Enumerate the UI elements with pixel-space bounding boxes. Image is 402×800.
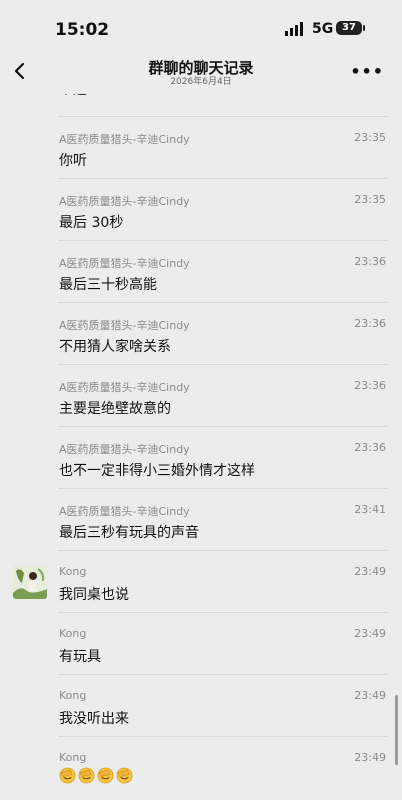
- face-palm-icon: [78, 767, 95, 784]
- message-sender: A医药质量猎头-辛迪Cindy: [59, 381, 190, 394]
- message-time: 23:36: [354, 441, 386, 454]
- message-time: 23:49: [354, 751, 386, 764]
- message-row: A医药质量猎头-辛迪Cindy 23:36 也不一定非得小三婚外情才这样: [0, 427, 402, 489]
- page-subtitle: 2026年6月4日: [170, 77, 232, 87]
- message-sender: Kong: [59, 627, 87, 640]
- message-text: 我没听出来: [59, 711, 129, 727]
- emoji-row: [59, 767, 133, 784]
- message-text: 最后三秒有玩具的声音: [59, 525, 199, 541]
- message-sender: Kong: [59, 565, 87, 578]
- message-row: A医药质量猎头-辛迪Cindy 23:35 你听: [0, 117, 402, 179]
- message-time: 23:35: [354, 193, 386, 206]
- message-row: Kong 23:49 有玩具: [0, 613, 402, 675]
- message-time: 23:36: [354, 317, 386, 330]
- battery-icon: 37: [336, 21, 365, 35]
- face-palm-icon: [116, 767, 133, 784]
- message-text: 不用猜人家啥关系: [59, 339, 171, 355]
- message-row: A医药质量猎头-辛迪Cindy 23:36 最后三十秒高能: [0, 241, 402, 303]
- message-text: 个适: [59, 94, 87, 99]
- message-time: 23:49: [354, 627, 386, 640]
- message-sender: A医药质量猎头-辛迪Cindy: [59, 443, 190, 456]
- message-list[interactable]: 个适 A医药质量猎头-辛迪Cindy 23:35 你听 A医药质量猎头-辛迪Ci…: [0, 94, 402, 800]
- message-sender: A医药质量猎头-辛迪Cindy: [59, 195, 190, 208]
- message-row: A医药质量猎头-辛迪Cindy 23:36 不用猜人家啥关系: [0, 303, 402, 365]
- message-text: 最后三十秒高能: [59, 277, 157, 293]
- message-row: Kong 23:49: [0, 737, 402, 799]
- message-sender: A医药质量猎头-辛迪Cindy: [59, 319, 190, 332]
- message-sender: A医药质量猎头-辛迪Cindy: [59, 133, 190, 146]
- message-time: 23:36: [354, 379, 386, 392]
- message-time: 23:35: [354, 131, 386, 144]
- message-row: A医药质量猎头-辛迪Cindy 23:35 最后 30秒: [0, 179, 402, 241]
- status-bar: 15:02 5G 37: [0, 0, 402, 48]
- message-time: 23:41: [354, 503, 386, 516]
- message-row: 个适: [0, 94, 402, 117]
- message-text: 主要是绝壁故意的: [59, 401, 171, 417]
- message-time: 23:49: [354, 689, 386, 702]
- message-row: A医药质量猎头-辛迪Cindy 23:41 最后三秒有玩具的声音: [0, 489, 402, 551]
- nav-bar: 群聊的聊天记录 2026年6月4日 •••: [0, 48, 402, 94]
- scrollbar[interactable]: [395, 695, 398, 765]
- message-text: 也不一定非得小三婚外情才这样: [59, 463, 255, 479]
- message-text: 最后 30秒: [59, 215, 124, 231]
- message-sender: Kong: [59, 689, 87, 702]
- message-sender: Kong: [59, 751, 87, 764]
- message-time: 23:36: [354, 255, 386, 268]
- message-text: 你听: [59, 153, 87, 169]
- message-text: 有玩具: [59, 649, 101, 665]
- message-text: 我同桌也说: [59, 587, 129, 603]
- message-sender: A医药质量猎头-辛迪Cindy: [59, 257, 190, 270]
- more-icon[interactable]: •••: [350, 62, 384, 81]
- message-row: A医药质量猎头-辛迪Cindy 23:36 主要是绝壁故意的: [0, 365, 402, 427]
- signal-icon: [285, 22, 303, 36]
- network-label: 5G: [312, 21, 334, 37]
- message-time: 23:49: [354, 565, 386, 578]
- status-time: 15:02: [55, 20, 110, 40]
- face-palm-icon: [59, 767, 76, 784]
- avatar[interactable]: [13, 565, 47, 599]
- avatar-image: [13, 565, 47, 599]
- message-row: Kong 23:49 我同桌也说: [0, 551, 402, 613]
- face-palm-icon: [97, 767, 114, 784]
- message-sender: A医药质量猎头-辛迪Cindy: [59, 505, 190, 518]
- message-row: Kong 23:49 我没听出来: [0, 675, 402, 737]
